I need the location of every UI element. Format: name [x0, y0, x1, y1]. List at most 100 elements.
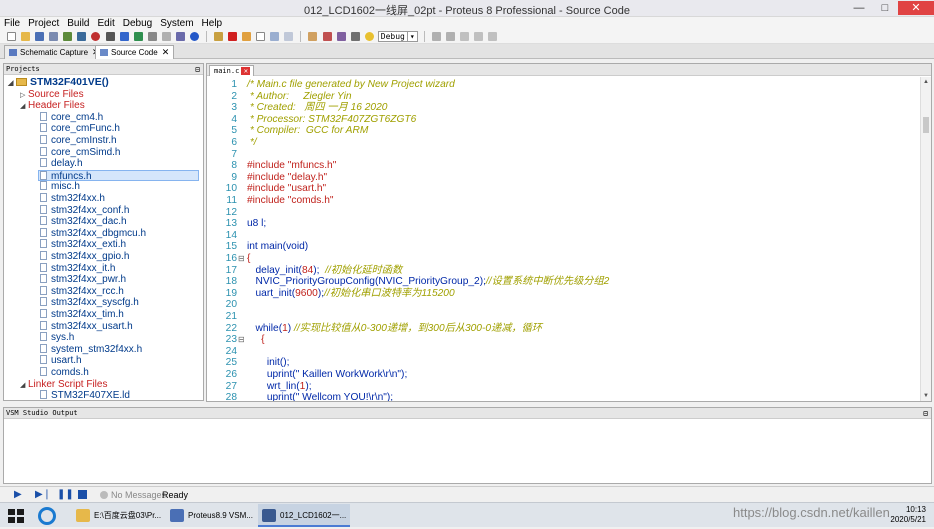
build-config-select[interactable]: Debug — [377, 31, 408, 42]
open-icon[interactable] — [214, 32, 223, 41]
taskbar-item-explorer[interactable]: E:\百度云盘03\Pr... — [72, 504, 162, 527]
collapse-arrow-icon[interactable]: ◢ — [20, 380, 28, 391]
folder-icon[interactable] — [242, 32, 252, 41]
code-line[interactable]: uprint(" Kaillen WorkWork\r\n"); — [247, 369, 407, 381]
code-line[interactable]: while(1) //实现比较值从0-300递增，到300后从300-0递减，循… — [247, 323, 542, 335]
tree-file-item[interactable]: core_cmFunc.h — [40, 123, 120, 134]
tree-root-item[interactable]: ◢ STM32F401VE() — [8, 77, 109, 88]
tab-schematic-capture[interactable]: Schematic Capture✕ — [4, 45, 105, 59]
home-icon[interactable] — [105, 32, 115, 41]
minimize-button[interactable]: — — [846, 1, 872, 15]
code-line[interactable]: #include "comds.h" — [247, 195, 334, 207]
tree-file-item[interactable]: core_cm4.h — [40, 111, 103, 123]
collapse-arrow-icon[interactable]: ◢ — [20, 101, 28, 112]
code-line[interactable]: NVIC_PriorityGroupConfig(NVIC_PriorityGr… — [247, 276, 609, 288]
pin-icon[interactable]: ⊟ — [195, 64, 200, 75]
clock[interactable]: 10:13 2020/5/21 — [890, 505, 926, 525]
tree-file-item[interactable]: stm32f4xx_it.h — [40, 262, 115, 274]
tree-file-item[interactable]: sys.h — [40, 332, 74, 343]
notes-icon[interactable] — [175, 32, 185, 41]
scroll-up-icon[interactable]: ▲ — [923, 79, 929, 85]
tree-file-item[interactable]: stm32f4xx.h — [40, 193, 105, 204]
code-line[interactable]: #include "delay.h" — [247, 172, 327, 184]
taskbar-item-proteus-vsm[interactable]: Proteus8.9 VSM... — [166, 504, 254, 527]
help-icon[interactable] — [189, 32, 199, 41]
import-icon[interactable] — [63, 32, 73, 41]
clean-icon[interactable] — [336, 32, 346, 41]
bom-icon[interactable] — [161, 32, 171, 41]
pcb-icon[interactable] — [133, 32, 143, 41]
rebuild-icon[interactable] — [322, 32, 332, 41]
tree-file-item[interactable]: system_stm32f4xx.h — [40, 343, 142, 355]
code-line[interactable]: */ — [247, 137, 257, 149]
code-line[interactable]: * Author: Ziegler Yin — [247, 91, 352, 103]
expand-arrow-icon[interactable]: ▷ — [20, 90, 28, 101]
code-line[interactable]: init(); — [247, 357, 290, 369]
project-settings-icon[interactable] — [350, 32, 360, 41]
tree-file-item[interactable]: stm32f4xx_tim.h — [40, 309, 124, 320]
start-icon[interactable] — [6, 506, 26, 526]
code-line[interactable]: #include "usart.h" — [247, 183, 326, 195]
tree-file-item[interactable]: stm32f4xx_exti.h — [40, 239, 126, 250]
build-icon[interactable] — [308, 32, 318, 41]
maximize-button[interactable]: □ — [872, 1, 898, 15]
tree-file-item[interactable]: core_cmInstr.h — [40, 135, 117, 146]
new-icon[interactable] — [256, 32, 266, 41]
pause-icon[interactable]: ❚❚ — [57, 490, 74, 500]
delete-icon[interactable] — [228, 32, 238, 41]
tree-file-item[interactable]: usart.h — [40, 355, 82, 366]
close-button[interactable]: ✕ — [898, 1, 934, 15]
code-line[interactable]: u8 l; — [247, 218, 266, 230]
tree-file-item[interactable]: stm32f4xx_dac.h — [40, 216, 127, 227]
tree-file-item[interactable]: stm32f4xx_usart.h — [40, 320, 133, 332]
tree-file-item[interactable]: stm32f4xx_rcc.h — [40, 285, 124, 297]
tree-file-item[interactable]: delay.h — [40, 158, 83, 169]
save-icon[interactable] — [35, 32, 45, 41]
close-project-icon[interactable] — [77, 32, 87, 41]
code-line[interactable]: { — [247, 334, 264, 346]
tree-file-item[interactable]: misc.h — [40, 181, 80, 192]
code-line[interactable]: * Compiler: GCC for ARM — [247, 125, 369, 137]
gerber-icon[interactable] — [147, 32, 157, 41]
cut-icon[interactable] — [459, 32, 469, 41]
pin-icon[interactable]: ⊟ — [923, 408, 928, 419]
tree-folder-item[interactable]: ◢ Linker Script Files — [20, 379, 107, 390]
fold-toggle-icon[interactable]: ⊟ — [238, 253, 246, 265]
browser-icon[interactable] — [38, 507, 56, 525]
code-area[interactable]: /* Main.c file generated by New Project … — [247, 77, 917, 401]
code-line[interactable]: #include "mfuncs.h" — [247, 160, 336, 172]
code-line[interactable]: * Created: 周四 一月 16 2020 — [247, 102, 388, 114]
tree-file-item[interactable]: stm32f4xx_syscfg.h — [40, 297, 139, 308]
tree-file-item[interactable]: stm32f4xx_gpio.h — [40, 251, 129, 262]
paste-text-icon[interactable] — [488, 32, 498, 41]
tree-folder-item[interactable]: ▷ Source Files — [20, 89, 84, 100]
schematic-icon[interactable] — [119, 32, 129, 41]
stop-icon[interactable] — [91, 32, 101, 41]
code-line[interactable]: delay_init(84); //初始化延时函数 — [247, 265, 402, 277]
tree-file-item[interactable]: stm32f4xx_dbgmcu.h — [40, 227, 146, 239]
editor-tab-main-c[interactable]: main.c ✕ — [209, 65, 255, 76]
tree-file-item[interactable]: mfuncs.h — [38, 169, 199, 182]
close-icon[interactable]: ✕ — [241, 67, 251, 75]
tab-source-code[interactable]: Source Code ✕ — [95, 45, 175, 59]
chevron-down-icon[interactable]: ▾ — [407, 31, 418, 42]
collapse-arrow-icon[interactable]: ◢ — [8, 78, 16, 89]
redo-icon[interactable] — [445, 32, 455, 41]
paste-icon[interactable] — [284, 32, 294, 41]
close-tab-icon[interactable]: ✕ — [162, 47, 170, 57]
code-line[interactable]: wrt_lin(1); — [247, 381, 312, 393]
vertical-scrollbar[interactable]: ▲ ▼ — [920, 77, 931, 401]
code-line[interactable]: uprint(" Wellcom YOU!\r\n"); — [247, 392, 393, 401]
tree-file-item[interactable]: comds.h — [40, 367, 89, 378]
copy-text-icon[interactable] — [473, 32, 483, 41]
scroll-down-icon[interactable]: ▼ — [923, 393, 929, 399]
play-icon[interactable]: ▶ — [14, 490, 24, 500]
scroll-thumb[interactable] — [923, 117, 929, 133]
save-all-icon[interactable] — [49, 32, 59, 41]
code-line[interactable]: uart_init(9600);//初始化串口波特率为115200 — [247, 288, 454, 300]
code-line[interactable]: /* Main.c file generated by New Project … — [247, 79, 455, 91]
open-folder-icon[interactable] — [21, 32, 31, 41]
tree-file-item[interactable]: stm32f4xx_pwr.h — [40, 274, 126, 285]
stop-icon[interactable] — [78, 490, 87, 499]
copy-icon[interactable] — [270, 32, 280, 41]
